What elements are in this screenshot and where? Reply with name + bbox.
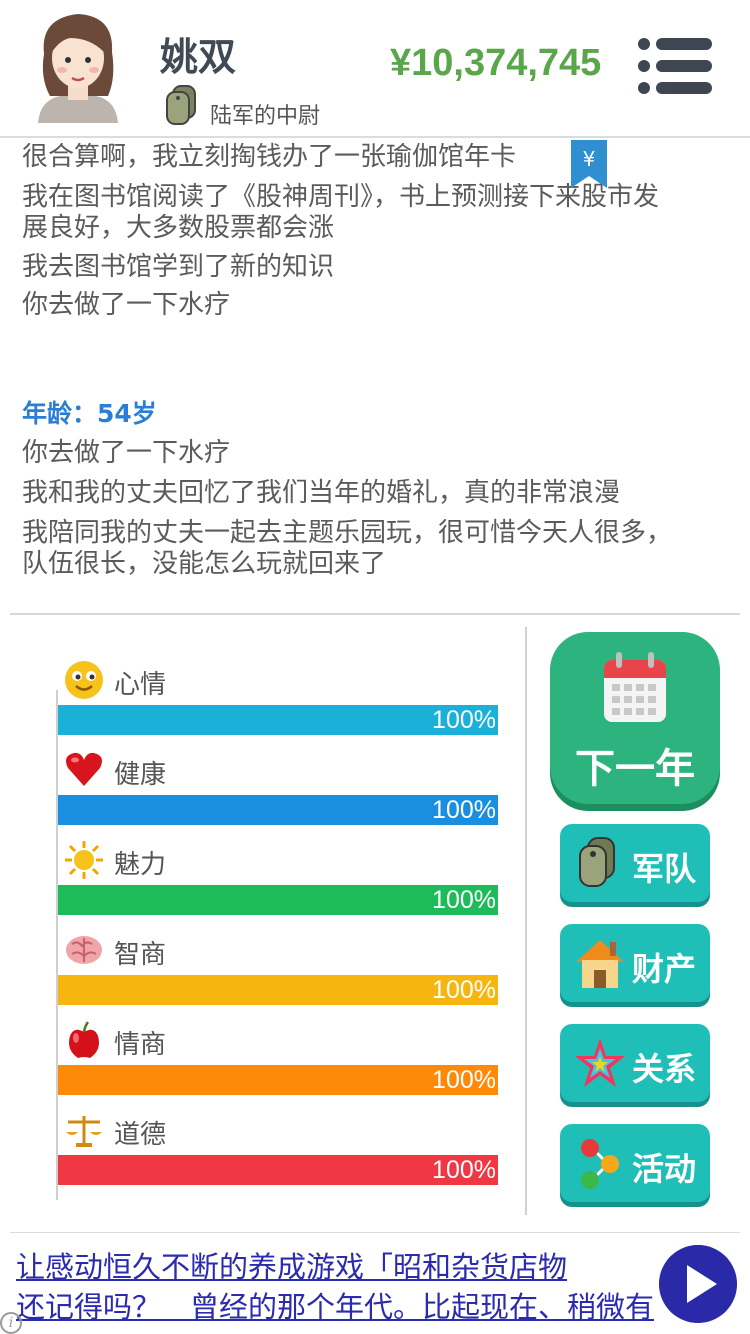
log-line: 我和我的丈夫回忆了我们当年的婚礼，真的非常浪漫 <box>22 478 621 508</box>
relations-label: 关系 <box>632 1050 697 1088</box>
hamburger-menu-icon[interactable] <box>636 36 714 96</box>
dog-tag-icon <box>579 837 615 887</box>
log-line: 我去图书馆学到了新的知识 <box>22 252 335 282</box>
log-line: 队伍很长，没能怎么玩就回来了 <box>22 549 387 579</box>
army-button[interactable]: 军队 <box>560 824 710 902</box>
stat-percent: 100% <box>432 886 496 914</box>
stat-percent: 100% <box>432 796 496 824</box>
next-year-button[interactable]: 下一年 <box>550 632 720 804</box>
section-divider <box>10 613 740 615</box>
rank-label: 陆军的中尉 <box>210 104 321 129</box>
stat-bar: 100% <box>58 975 498 1005</box>
molecule-icon <box>581 1139 619 1189</box>
calendar-icon <box>604 652 666 722</box>
log-line: 你去做了一下水疗 <box>22 290 231 320</box>
stat-label: 心情 <box>114 670 167 700</box>
brain-icon <box>66 936 102 964</box>
money-display: ¥10,374,745 <box>390 42 602 84</box>
age-heading: 年龄：54岁 <box>22 399 157 428</box>
event-log[interactable]: 很合算啊，我立刻掏钱办了一张瑜伽馆年卡 我在图书馆阅读了《股神周刊》，书上预测接… <box>0 140 750 615</box>
stat-label: 道德 <box>114 1120 167 1150</box>
house-icon <box>576 940 624 988</box>
dog-tag-icon <box>166 85 196 125</box>
avatar[interactable] <box>30 8 125 123</box>
stat-label: 魅力 <box>114 850 167 880</box>
bookmark-symbol: ¥ <box>583 147 596 171</box>
stat-percent: 100% <box>432 1156 496 1184</box>
log-line: 很合算啊，我立刻掏钱办了一张瑜伽馆年卡 <box>22 142 517 172</box>
stat-bar: 100% <box>58 1155 498 1185</box>
stat-percent: 100% <box>432 1066 496 1094</box>
bookmark-yen-icon[interactable]: ¥ <box>571 140 607 188</box>
ad-link[interactable]: 让感动恒久不断的养成游戏「昭和杂货店物 <box>16 1244 567 1286</box>
stat-percent: 100% <box>432 976 496 1004</box>
apple-icon <box>69 1021 99 1058</box>
stat-bar: 100% <box>58 795 498 825</box>
ad-info-icon[interactable]: i <box>0 1312 22 1334</box>
scales-icon <box>66 1116 102 1147</box>
ad-link[interactable]: 还记得吗？ 曾经的那个年代。比起现在、稍微有 <box>16 1284 654 1326</box>
header: 姚双 陆军的中尉 ¥10,374,745 <box>0 0 750 138</box>
stat-percent: 100% <box>432 706 496 734</box>
sun-icon <box>65 841 103 879</box>
stat-label: 健康 <box>114 760 167 790</box>
activities-label: 活动 <box>632 1150 697 1188</box>
log-line: 你去做了一下水疗 <box>22 438 231 468</box>
smiley-icon <box>65 661 103 699</box>
player-name: 姚双 <box>160 35 237 79</box>
stat-label: 情商 <box>114 1030 167 1060</box>
activities-button[interactable]: 活动 <box>560 1124 710 1202</box>
relations-button[interactable]: 关系 <box>560 1024 710 1102</box>
assets-button[interactable]: 财产 <box>560 924 710 1002</box>
stat-bar: 100% <box>58 705 498 735</box>
play-icon[interactable] <box>659 1245 737 1323</box>
stats-axis <box>56 690 58 1200</box>
ad-divider <box>10 1232 740 1233</box>
stat-label: 智商 <box>114 940 167 970</box>
stat-bar: 100% <box>58 885 498 915</box>
heart-icon <box>66 752 102 786</box>
stat-bar: 100% <box>58 1065 498 1095</box>
log-line: 展良好，大多数股票都会涨 <box>22 213 335 243</box>
next-year-label: 下一年 <box>575 746 695 792</box>
star-icon <box>575 1038 625 1087</box>
army-label: 军队 <box>632 850 697 888</box>
assets-label: 财产 <box>632 950 697 988</box>
panel-divider <box>525 627 527 1215</box>
